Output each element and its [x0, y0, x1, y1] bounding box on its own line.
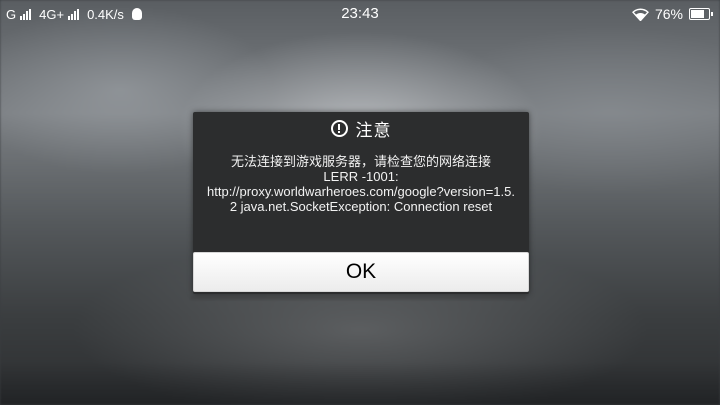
status-time: 23:43 — [341, 5, 379, 22]
background-bar — [190, 296, 526, 300]
message-line: LERR -1001: — [323, 169, 399, 184]
dialog-header: 注意 — [193, 112, 529, 144]
network-speed: 0.4K/s — [87, 6, 124, 22]
wifi-icon — [631, 8, 649, 21]
status-left: G 4G+ 0.4K/s — [6, 0, 142, 28]
battery-percent: 76% — [654, 6, 683, 22]
signal-bars-icon — [68, 8, 80, 20]
error-dialog: 注意 无法连接到游戏服务器，请检查您的网络连接 LERR -1001: http… — [193, 112, 529, 294]
status-bar: G 4G+ 0.4K/s 23:43 76% — [0, 0, 720, 28]
carrier-label-2: 4G+ — [39, 6, 65, 22]
signal-bars-icon — [20, 8, 32, 20]
battery-icon — [689, 8, 713, 20]
status-right: 76% — [631, 0, 713, 28]
ok-button[interactable]: OK — [193, 252, 529, 292]
exclamation-circle-icon — [330, 119, 348, 137]
qq-penguin-icon — [131, 8, 142, 20]
message-line: http://proxy.worldwarheroes.com/google?v… — [207, 184, 515, 214]
background-bottom-shade — [0, 362, 720, 405]
dialog-title: 注意 — [355, 120, 392, 141]
message-line: 无法连接到游戏服务器，请检查您的网络连接 — [230, 154, 491, 169]
carrier-label-1: G — [6, 6, 17, 22]
battery-fill — [691, 10, 704, 18]
dialog-message: 无法连接到游戏服务器，请检查您的网络连接 LERR -1001: http://… — [205, 154, 517, 214]
